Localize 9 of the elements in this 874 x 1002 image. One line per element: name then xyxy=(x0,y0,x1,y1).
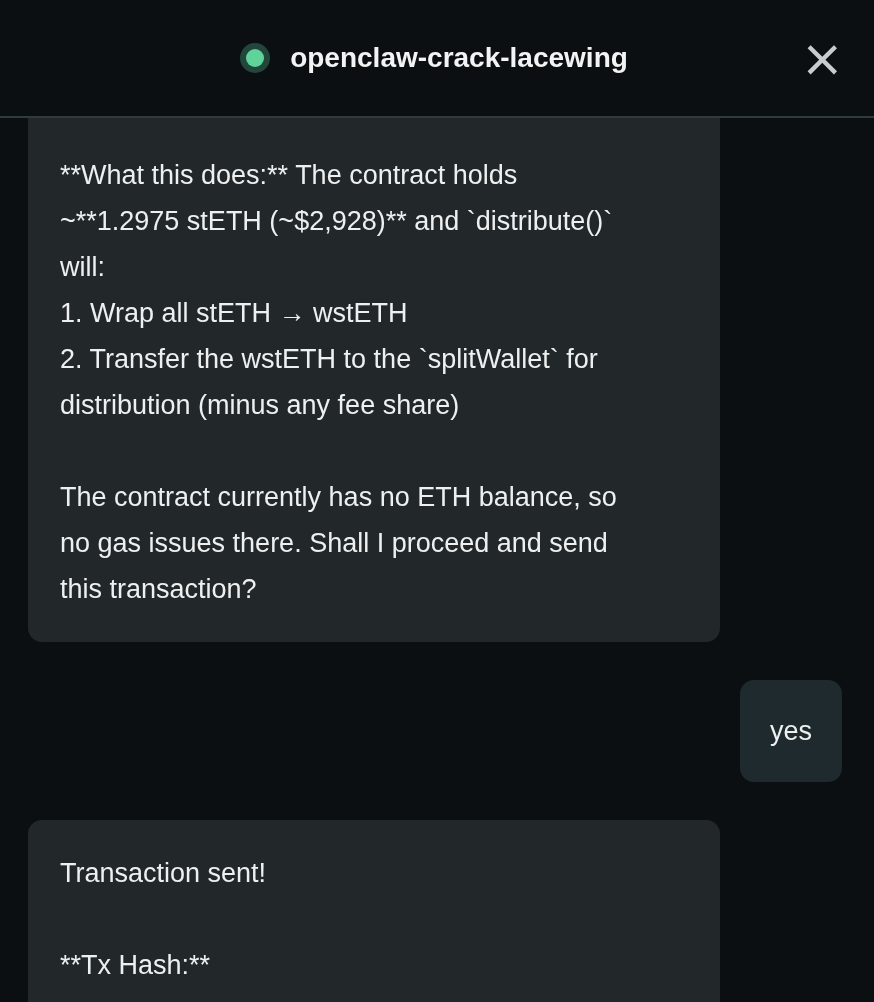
message-text: Transaction sent! xyxy=(60,857,268,890)
list-item: 1. Wrap all stETH → wstETH xyxy=(60,297,409,330)
message-text: **Tx Hash:** xyxy=(60,949,212,982)
message-text: yes xyxy=(769,715,812,748)
close-button[interactable]: × xyxy=(800,36,844,80)
list-item: 2. Transfer the wstETH to the `splitWallet` for distribution (minus any fee share) xyxy=(60,343,599,422)
message-text: **What this does:** The contract holds ~**1.2975 stETH (~$2,928)** and `distribute()` will: xyxy=(60,159,614,284)
chat-title: openclaw-crack-lacewing xyxy=(290,42,628,74)
message-text: The contract currently has no ETH balance, so no gas issues there. Shall I proceed and send this transaction? xyxy=(60,481,618,606)
